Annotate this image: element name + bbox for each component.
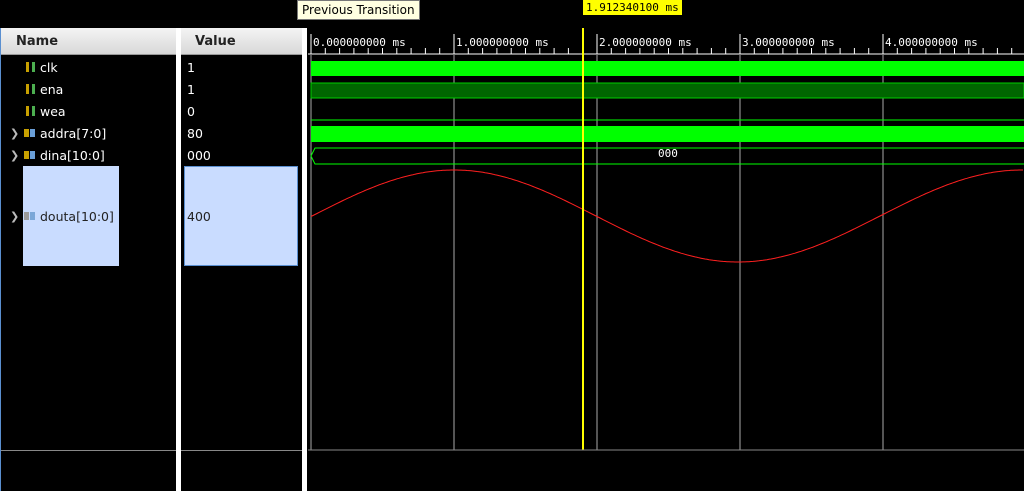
time-tick-3: 3.000000000 ms bbox=[742, 36, 835, 49]
dina-bus-value-label: 000 bbox=[658, 147, 678, 160]
bus-signal-icon bbox=[24, 129, 35, 137]
wave-addra bbox=[311, 126, 1024, 142]
signal-name-wea: wea bbox=[40, 104, 66, 119]
bit-signal-icon bbox=[26, 62, 35, 72]
time-tick-4: 4.000000000 ms bbox=[885, 36, 978, 49]
chevron-right-icon[interactable]: ❯ bbox=[10, 149, 19, 162]
time-tick-0: 0.000000000 ms bbox=[313, 36, 406, 49]
chevron-right-icon[interactable]: ❯ bbox=[10, 210, 19, 223]
value-wea: 0 bbox=[187, 104, 195, 119]
time-tick-2: 2.000000000 ms bbox=[599, 36, 692, 49]
value-column-header[interactable]: Value bbox=[181, 28, 302, 55]
value-panel-divider bbox=[181, 450, 302, 451]
value-dina: 000 bbox=[187, 148, 211, 163]
cursor-time-label: 1.912340100 ms bbox=[583, 0, 682, 15]
name-panel: Name clk ena wea ❯ addra[7:0] ❯ dina[10:… bbox=[0, 28, 176, 491]
signal-name-ena: ena bbox=[40, 82, 64, 97]
bit-signal-icon bbox=[26, 84, 35, 94]
wave-douta-analog bbox=[310, 169, 1023, 263]
bus-signal-icon bbox=[24, 151, 35, 159]
left-edge bbox=[0, 28, 1, 491]
previous-transition-tooltip: Previous Transition bbox=[297, 0, 420, 20]
waveform-canvas[interactable] bbox=[308, 28, 1024, 491]
waveform-panel[interactable]: 000 0.000000000 ms 1.000000000 ms 2.0000… bbox=[308, 28, 1024, 491]
value-douta: 400 bbox=[187, 209, 211, 224]
signal-name-clk: clk bbox=[40, 60, 58, 75]
signal-name-dina: dina[10:0] bbox=[40, 148, 105, 163]
tooltip-text: Previous Transition bbox=[302, 3, 415, 17]
value-clk: 1 bbox=[187, 60, 195, 75]
analog-bus-icon bbox=[24, 212, 35, 220]
bit-signal-icon bbox=[26, 106, 35, 116]
time-tick-1: 1.000000000 ms bbox=[456, 36, 549, 49]
column-separator-2[interactable] bbox=[302, 28, 307, 491]
value-addra: 80 bbox=[187, 126, 203, 141]
value-ena: 1 bbox=[187, 82, 195, 97]
signal-name-addra: addra[7:0] bbox=[40, 126, 107, 141]
signal-name-douta: douta[10:0] bbox=[40, 209, 114, 224]
wave-ena bbox=[310, 82, 1024, 99]
chevron-right-icon[interactable]: ❯ bbox=[10, 127, 19, 140]
name-column-header[interactable]: Name bbox=[0, 28, 176, 55]
value-panel: Value 1 1 0 80 000 400 bbox=[181, 28, 302, 491]
name-panel-divider bbox=[0, 450, 176, 451]
wave-clk bbox=[311, 61, 1024, 76]
